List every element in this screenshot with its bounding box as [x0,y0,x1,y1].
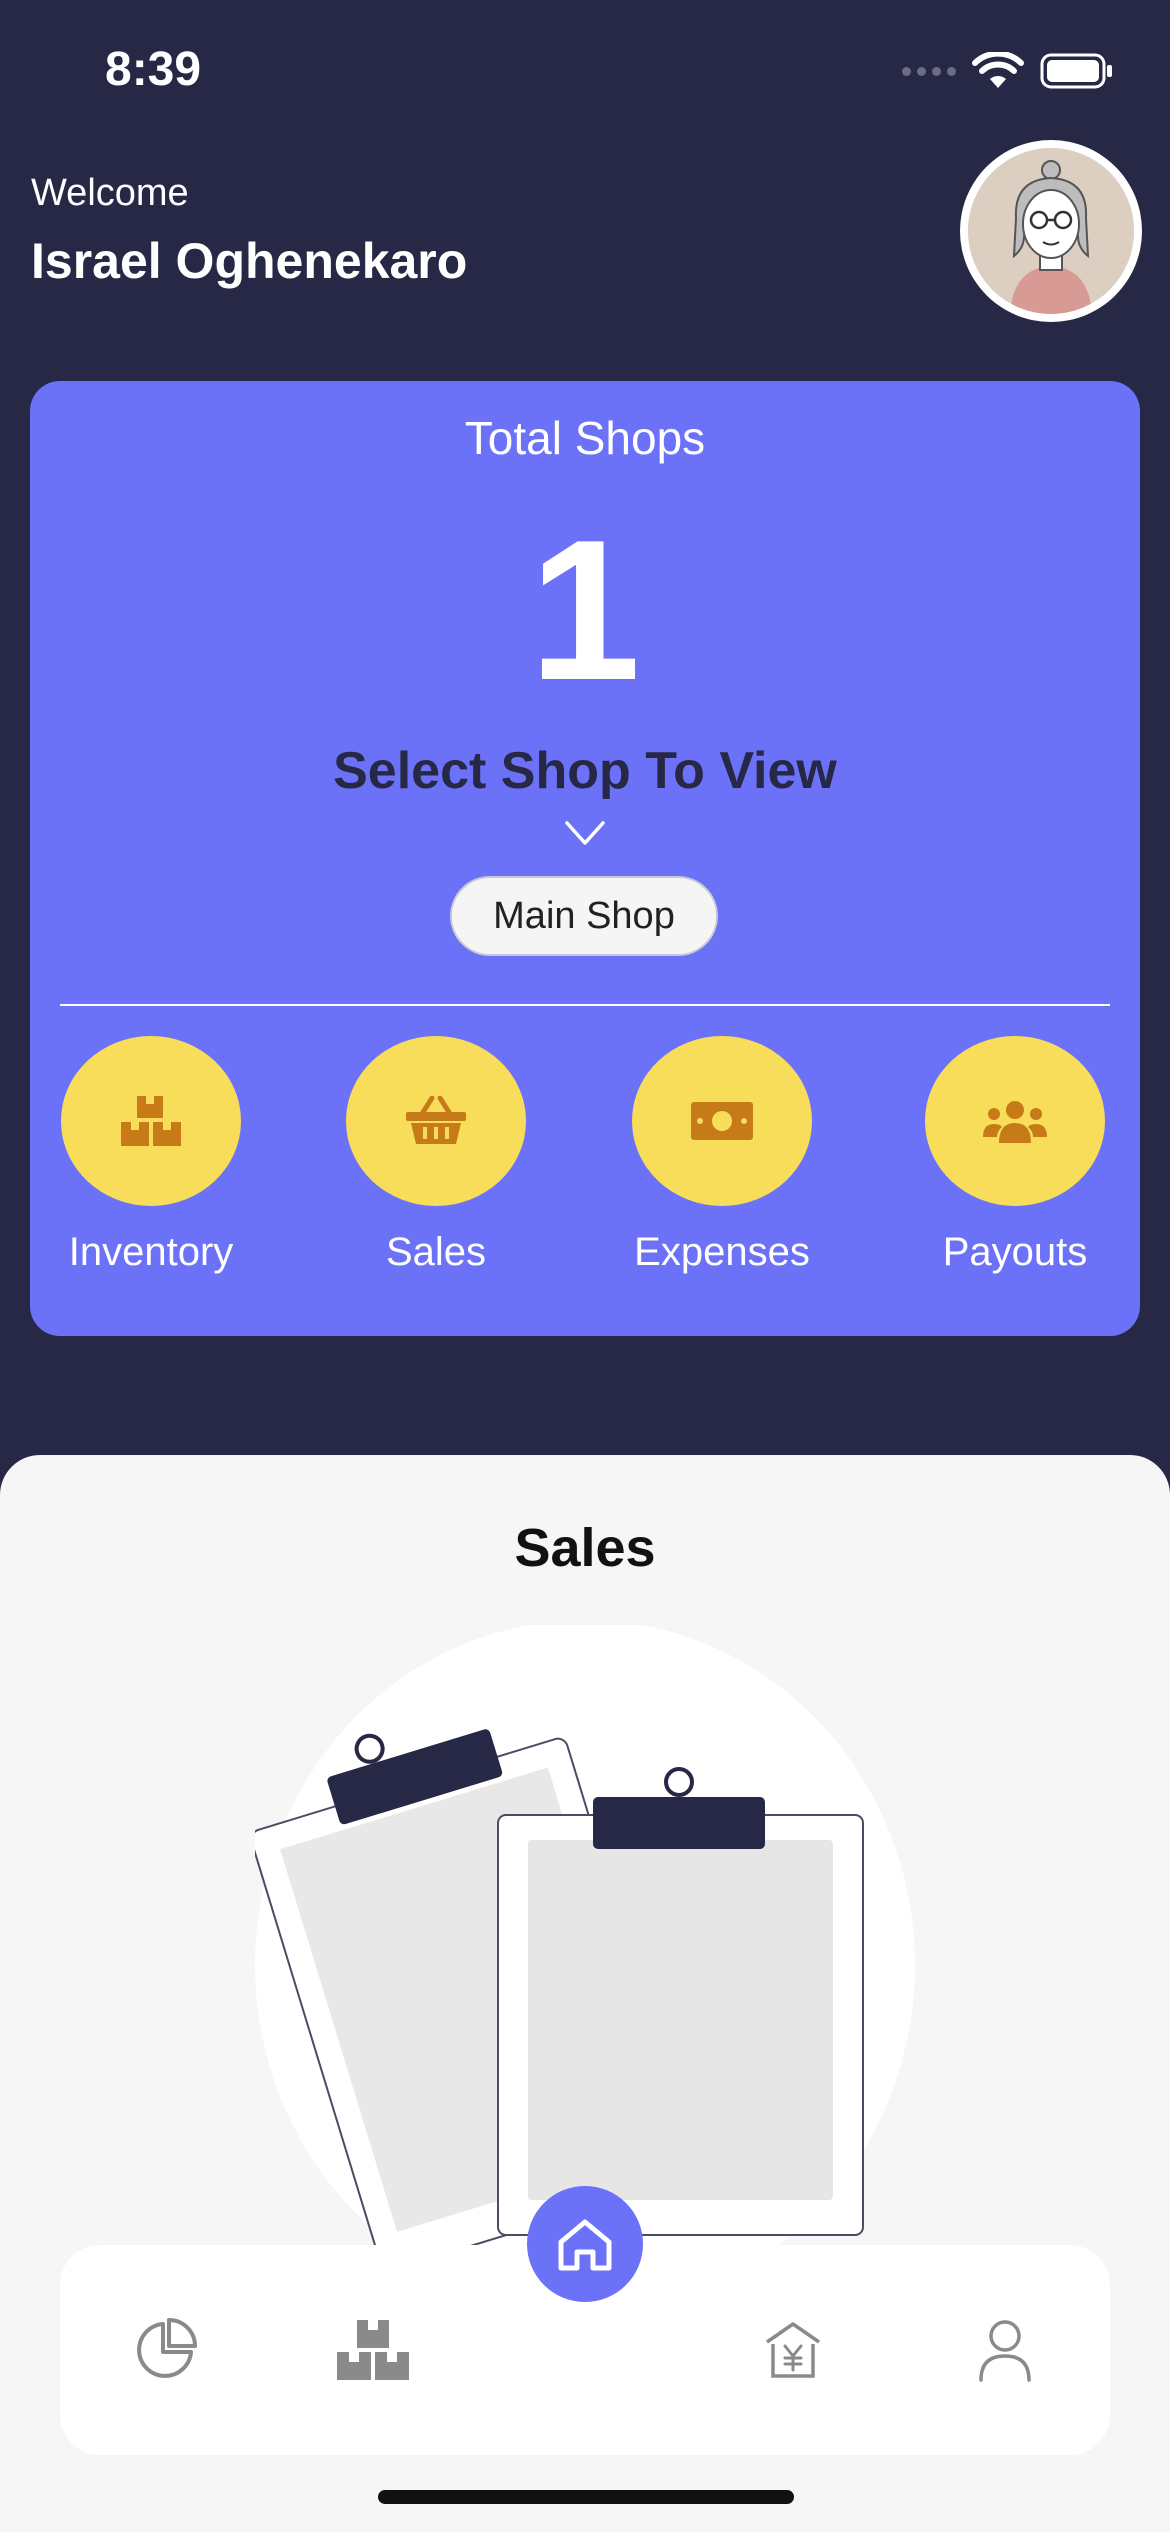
home-indicator [378,2490,794,2504]
shop-count: 1 [529,499,641,722]
avatar-image [968,148,1134,314]
payouts-action[interactable]: Payouts [925,1036,1105,1275]
expenses-label: Expenses [634,1230,810,1274]
user-icon [979,2320,1031,2382]
inventory-button[interactable] [61,1036,241,1206]
status-time: 8:39 [105,43,202,96]
signal-icon [902,66,956,76]
money-icon [691,1102,753,1140]
inventory-action[interactable]: Inventory [61,1036,241,1275]
payouts-label: Payouts [942,1230,1088,1274]
bank-icon [766,2322,820,2378]
chevron-down-icon[interactable] [565,819,605,849]
app-screen: 8:39 Welcome Israel Oghenekaro Total Sho… [0,0,1170,2532]
tab-inventory[interactable] [328,2305,418,2395]
boxes-icon [337,2320,409,2380]
inventory-label: Inventory [68,1230,234,1274]
sales-action[interactable]: Sales [346,1036,526,1275]
shops-card: Total Shops 1 Select Shop To View Main S… [30,381,1140,1336]
welcome-text: Welcome [31,172,189,214]
tab-profile[interactable] [960,2305,1050,2395]
home-icon [558,2219,612,2271]
user-name: Israel Oghenekaro [31,233,468,289]
users-icon [983,1101,1047,1143]
quick-actions: Inventory Sales Expenses Payouts [30,1036,1140,1296]
tab-home[interactable] [527,2186,643,2302]
card-divider [60,1004,1110,1006]
wifi-icon [972,52,1024,90]
tab-bank[interactable] [748,2305,838,2395]
expenses-button[interactable] [632,1036,812,1206]
select-shop-label: Select Shop To View [333,742,837,800]
payouts-button[interactable] [925,1036,1105,1206]
basket-icon [406,1096,466,1144]
status-indicators [902,52,1114,90]
sales-button[interactable] [346,1036,526,1206]
boxes-icon [121,1096,181,1146]
shop-selector-button[interactable]: Main Shop [450,876,718,956]
battery-icon [1040,53,1114,89]
tab-analytics[interactable] [120,2305,210,2395]
pie-chart-icon [137,2318,197,2378]
sales-label: Sales [385,1230,487,1274]
expenses-action[interactable]: Expenses [632,1036,812,1275]
card-title: Total Shops [464,412,706,464]
sheet-title: Sales [514,1518,656,1578]
avatar[interactable] [960,140,1142,322]
